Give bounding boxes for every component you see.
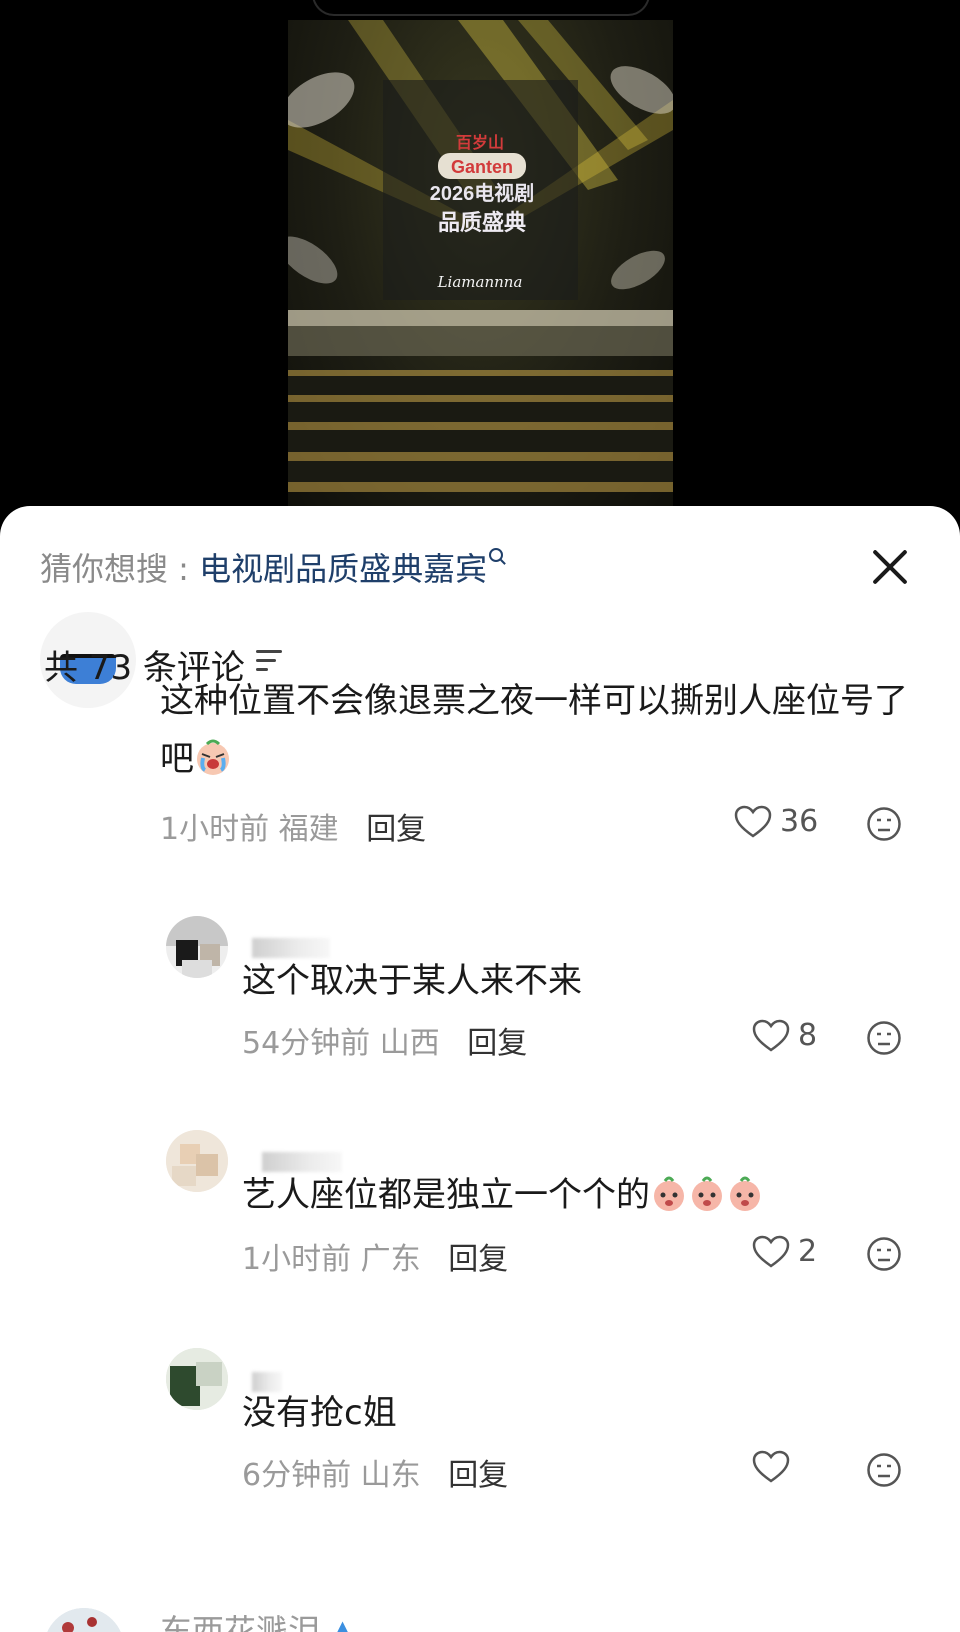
avatar[interactable] [166, 916, 228, 978]
comment-item-1: 这种位置不会像退票之夜一样可以撕别人座位号了吧 [160, 672, 920, 788]
reply-button[interactable]: 回复 [366, 812, 426, 847]
dislike-icon[interactable] [866, 806, 902, 842]
next-comment-username: 东西花溅泪 ▲ [160, 1606, 355, 1632]
reply-text: 没有抢c姐 [242, 1393, 397, 1433]
heart-icon [734, 805, 772, 838]
search-icon [489, 548, 504, 562]
event-line1: 2026电视剧 [430, 182, 535, 205]
comment-meta: 1小时前 福建 回复 [160, 804, 426, 848]
reply-text: 这个取决于某人来不来 [242, 961, 582, 1001]
heart-icon [752, 1235, 790, 1268]
like-button[interactable] [752, 1450, 798, 1484]
like-button[interactable]: 8 [752, 1018, 817, 1053]
peach-face-emoji [726, 1172, 764, 1211]
brand-top-text: 百岁山 [456, 133, 504, 152]
search-suggestion[interactable]: 猜你想搜 : 电视剧品质盛典嘉宾 [40, 544, 504, 590]
comment-location: 福建 [278, 812, 339, 847]
sort-filter-icon[interactable] [256, 650, 286, 674]
search-suggestion-prefix: 猜你想搜 : [40, 550, 200, 588]
stage-scene: 百岁山 Ganten 2026电视剧 品质盛典 Liamannna [288, 20, 673, 492]
signature-text: Liamannna [437, 273, 523, 291]
dislike-icon[interactable] [866, 1020, 902, 1056]
reply-button[interactable]: 回复 [448, 1458, 508, 1493]
like-count: 36 [780, 804, 819, 839]
reply-button[interactable]: 回复 [448, 1242, 508, 1277]
username: 东西花溅泪 [160, 1612, 321, 1632]
reply-button[interactable]: 回复 [467, 1026, 527, 1061]
peach-face-emoji [650, 1172, 688, 1211]
avatar[interactable] [44, 1608, 124, 1632]
dislike-icon[interactable] [866, 1452, 902, 1488]
video-player[interactable]: 百岁山 Ganten 2026电视剧 品质盛典 Liamannna [0, 0, 960, 520]
search-suggestion-term[interactable]: 电视剧品质盛典嘉宾 [199, 550, 487, 588]
avatar[interactable] [166, 1130, 228, 1192]
comment-time: 1小时前 [160, 812, 270, 847]
comment-location: 山西 [379, 1026, 440, 1061]
video-frame[interactable]: 百岁山 Ganten 2026电视剧 品质盛典 Liamannna [288, 20, 673, 506]
peach-face-emoji [688, 1172, 726, 1211]
comments-sheet: 猜你想搜 : 电视剧品质盛典嘉宾 共 73 条评论 这种位置不会像退票之夜一样可… [0, 506, 960, 1632]
like-count: 8 [798, 1018, 818, 1053]
crying-face-emoji [194, 736, 232, 775]
reply-item-2: 艺人座位都是独立一个个的 [242, 1166, 902, 1224]
comment-meta: 54分钟前 山西 回复 [242, 1018, 527, 1062]
like-button[interactable]: 2 [752, 1234, 817, 1269]
close-icon[interactable] [870, 546, 910, 586]
like-button[interactable]: 36 [734, 804, 818, 839]
comment-location: 山东 [360, 1458, 421, 1493]
reply-text: 艺人座位都是独立一个个的 [242, 1175, 650, 1215]
comment-time: 6分钟前 [242, 1458, 352, 1493]
avatar[interactable] [166, 1348, 228, 1410]
brand-logo-text: Ganten [451, 157, 513, 177]
heart-icon [752, 1019, 790, 1052]
comment-time: 1小时前 [242, 1242, 352, 1277]
comment-meta: 6分钟前 山东 回复 [242, 1450, 508, 1494]
comment-time: 54分钟前 [242, 1026, 371, 1061]
heart-icon [752, 1450, 790, 1483]
dislike-icon[interactable] [866, 1236, 902, 1272]
comment-location: 广东 [360, 1242, 421, 1277]
like-count: 2 [798, 1234, 818, 1269]
event-line2: 品质盛典 [438, 210, 526, 235]
phone-notch [312, 0, 650, 16]
comment-text: 这种位置不会像退票之夜一样可以撕别人座位号了吧 [160, 681, 908, 779]
comment-meta: 1小时前 广东 回复 [242, 1234, 508, 1278]
water-drop-icon: ▲ [320, 1612, 355, 1632]
